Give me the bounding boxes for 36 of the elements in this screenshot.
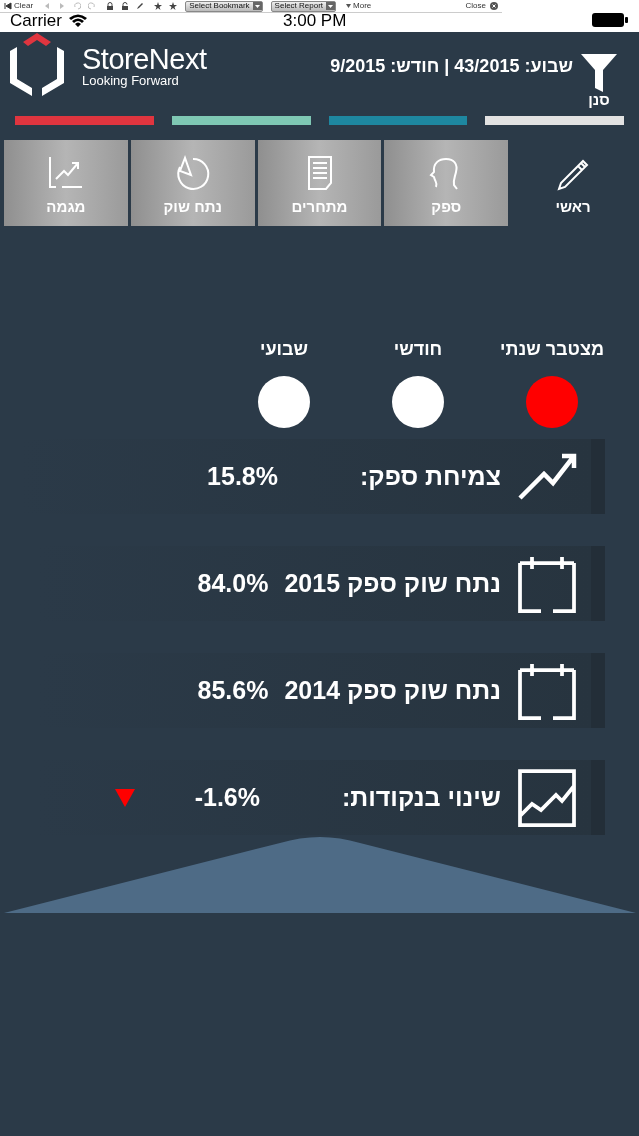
metric-value: -1.6% bbox=[194, 781, 260, 813]
metric-value: 15.8% bbox=[207, 460, 278, 492]
battery-icon bbox=[592, 13, 628, 27]
option-label: חודשי bbox=[393, 340, 443, 358]
star-icon[interactable] bbox=[154, 2, 163, 10]
radio-button[interactable] bbox=[258, 376, 310, 428]
metric-value: 85.6% bbox=[197, 674, 269, 706]
skip-back-icon[interactable] bbox=[4, 2, 12, 10]
line-chart-icon bbox=[517, 767, 577, 828]
filter-button[interactable]: סנן bbox=[581, 54, 617, 107]
option-label: שבועי bbox=[260, 340, 308, 358]
metric-label: שינוי בנקודות: bbox=[341, 781, 501, 813]
radio-button[interactable] bbox=[392, 376, 444, 428]
status-time: 3:00 PM bbox=[283, 11, 347, 29]
brand-tagline: Looking Forward bbox=[82, 74, 180, 88]
metric-label: צמיחת ספק: bbox=[360, 460, 501, 492]
caret-icon bbox=[346, 4, 352, 8]
lock-icon[interactable] bbox=[106, 2, 115, 10]
clear-button[interactable]: Clear bbox=[14, 2, 34, 10]
edit-icon[interactable] bbox=[136, 2, 145, 10]
carrier-name: Carrier bbox=[10, 11, 62, 29]
period-text: שבוע: 43/2015 | חודש: 9/2015 bbox=[330, 55, 573, 78]
filter-icon bbox=[581, 54, 617, 92]
star-icon[interactable] bbox=[169, 2, 178, 10]
dropdown-button[interactable]: Select Report bbox=[270, 0, 337, 12]
metric-label: נתח שוק ספק 2014 bbox=[284, 674, 501, 706]
wifi-icon bbox=[67, 13, 88, 27]
option-label: מצטבר שנתי bbox=[500, 340, 604, 358]
unlock-icon[interactable] bbox=[121, 2, 130, 10]
metric-label: נתח שוק ספק 2015 bbox=[284, 567, 501, 599]
dropdown-button[interactable]: Select Bookmark bbox=[185, 0, 263, 12]
close-button[interactable]: Close bbox=[465, 2, 498, 10]
metric-value: 84.0% bbox=[197, 567, 269, 599]
radio-button[interactable] bbox=[526, 376, 578, 428]
brand-name: StoreNext bbox=[82, 44, 207, 74]
more-menu[interactable]: More bbox=[346, 2, 372, 10]
